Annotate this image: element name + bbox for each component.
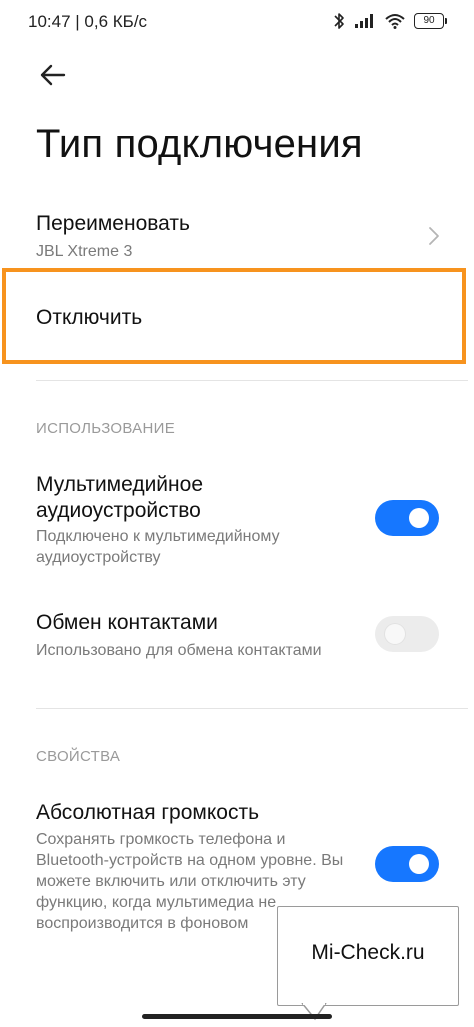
absolute-volume-toggle[interactable] [375, 846, 439, 882]
contacts-sharing-subtitle: Использовано для обмена контактами [36, 642, 322, 659]
bubble-tail [301, 1003, 327, 1021]
watermark-bubble: Mi-Check.ru [277, 906, 459, 1006]
divider [36, 708, 468, 709]
rename-label[interactable]: Переименовать [36, 212, 190, 236]
media-audio-subtitle: Подключено к мультимедийному аудиоустрой… [36, 528, 280, 566]
contacts-sharing-title: Обмен контактами [36, 611, 218, 634]
section-header-usage: ИСПОЛЬЗОВАНИЕ [36, 420, 176, 437]
signal-icon [355, 14, 373, 28]
back-button[interactable] [34, 58, 74, 92]
divider [36, 380, 468, 381]
disconnect-button[interactable]: Отключить [36, 306, 142, 330]
page-title: Тип подключения [36, 122, 363, 166]
contacts-sharing-toggle[interactable] [375, 616, 439, 652]
media-audio-toggle[interactable] [375, 500, 439, 536]
watermark-text: Mi-Check.ru [311, 941, 425, 964]
status-icons: 90 [332, 12, 447, 30]
arrow-left-icon [40, 64, 66, 86]
battery-icon: 90 [414, 13, 447, 29]
gesture-nav-bar[interactable] [142, 1014, 332, 1019]
section-header-properties: СВОЙСТВА [36, 748, 121, 765]
bluetooth-icon [334, 13, 344, 29]
device-name: JBL Xtreme 3 [36, 243, 133, 260]
absolute-volume-title: Абсолютная громкость [36, 801, 260, 824]
chevron-right-icon[interactable] [428, 226, 440, 246]
wifi-icon [385, 14, 405, 29]
media-audio-title: Мультимедийное аудиоустройство [36, 473, 203, 522]
status-time: 10:47 | 0,6 КБ/с [28, 12, 148, 31]
